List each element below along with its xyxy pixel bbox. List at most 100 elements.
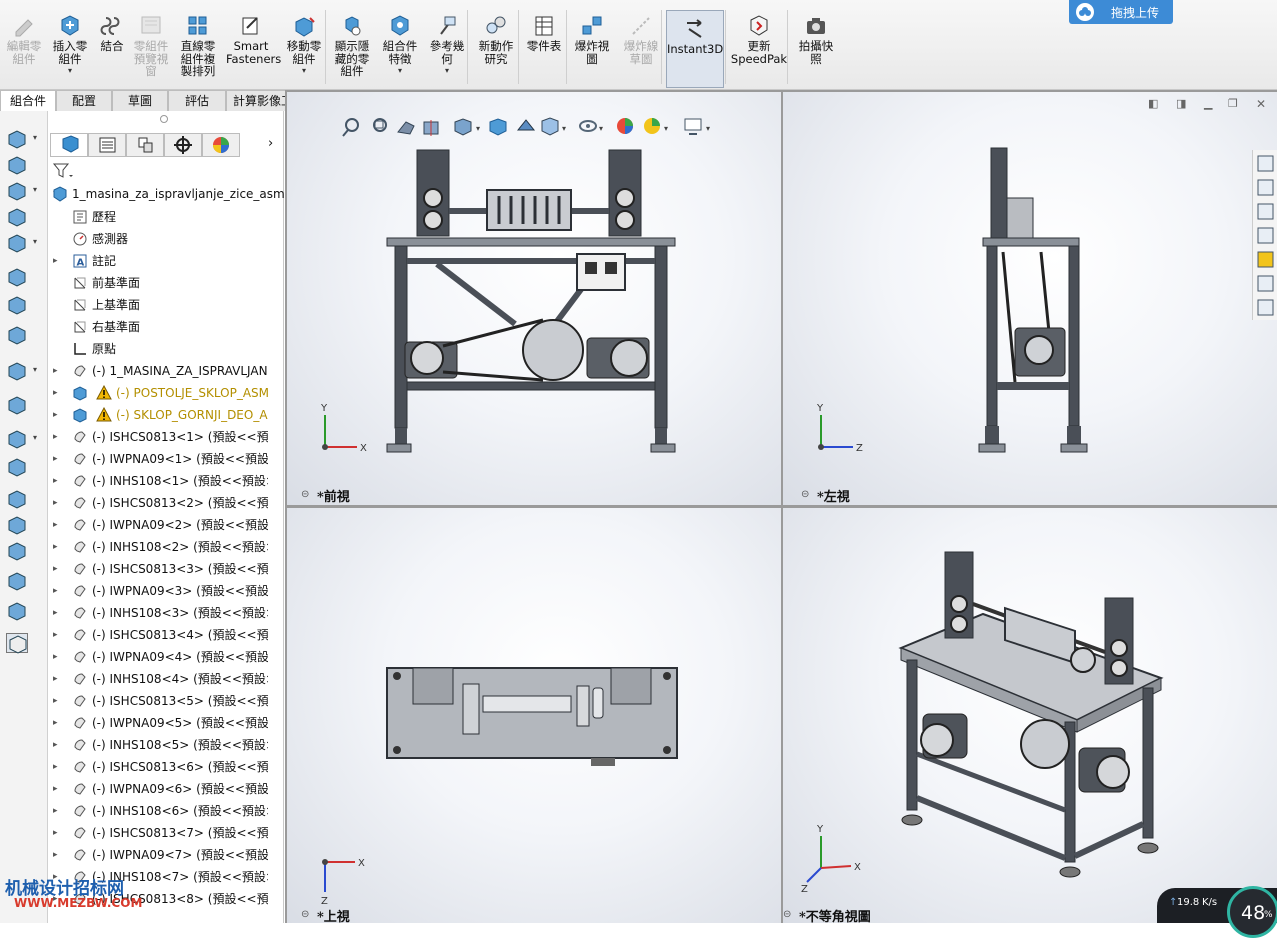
resources-icon[interactable] bbox=[1256, 178, 1275, 197]
rebuild-icon[interactable] bbox=[6, 267, 28, 287]
ribbon-button-15[interactable]: 更新 SpeedPak bbox=[728, 8, 790, 86]
expand-arrow-icon[interactable]: ▸ bbox=[53, 778, 58, 800]
display-icon[interactable] bbox=[6, 233, 28, 253]
tree-row[interactable]: 前基準面 bbox=[48, 272, 268, 294]
tree-row[interactable]: ▸ (-) INHS108<6> (預設<<預設> bbox=[48, 800, 268, 822]
expand-arrow-icon[interactable]: ▸ bbox=[53, 712, 58, 734]
tree-row[interactable]: 右基準面 bbox=[48, 316, 268, 338]
tab-1[interactable]: 配置 bbox=[56, 90, 112, 111]
expand-arrow-icon[interactable]: ▸ bbox=[53, 580, 58, 602]
tab-dimxpert[interactable] bbox=[164, 133, 202, 157]
tree-row[interactable]: ▸ (-) IWPNA09<5> (預設<<預設> bbox=[48, 712, 268, 734]
restore-icon[interactable]: ❐ bbox=[1228, 97, 1238, 110]
ribbon-button-8[interactable]: 組合件 特徵 ▾ bbox=[378, 8, 422, 86]
design-library-icon[interactable] bbox=[1256, 202, 1275, 221]
tab-configuration-manager[interactable] bbox=[126, 133, 164, 157]
ribbon-button-0[interactable]: 編輯零 組件 bbox=[2, 8, 46, 86]
assembly-icon[interactable] bbox=[6, 541, 28, 561]
expand-arrow-icon[interactable]: ▸ bbox=[53, 382, 58, 404]
ribbon-button-3[interactable]: 零組件 預覽視 窗 bbox=[128, 8, 174, 86]
filter-icon[interactable] bbox=[52, 161, 74, 181]
expand-arrow-icon[interactable]: ▸ bbox=[53, 668, 58, 690]
expand-arrow-icon[interactable]: ▸ bbox=[53, 536, 58, 558]
bom-icon[interactable] bbox=[6, 395, 28, 415]
dropdown-arrow-icon[interactable]: ▾ bbox=[33, 433, 37, 442]
tree-row[interactable]: ▸ (-) ISHCS0813<2> (預設<<預設> bbox=[48, 492, 268, 514]
close-icon[interactable]: ✕ bbox=[1256, 97, 1266, 111]
panel-grip-dot[interactable] bbox=[160, 115, 168, 123]
expand-arrow-icon[interactable]: ▸ bbox=[53, 844, 58, 866]
cloud-upload-button[interactable]: 拖拽上传 bbox=[1069, 0, 1173, 24]
tree-row[interactable]: ▸ (-) ISHCS0813<4> (預設<<預設> bbox=[48, 624, 268, 646]
tree-row[interactable]: 感測器 bbox=[48, 228, 268, 250]
graphics-area[interactable]: Y X ⊝ *前視 Y Z ⊝ *左視 X Z ⊝ *上視 Y X Z ⊝ *不等角視圖 bbox=[285, 90, 1277, 925]
dropdown-arrow-icon[interactable]: ▾ bbox=[378, 65, 422, 78]
tab-2[interactable]: 草圖 bbox=[112, 90, 168, 111]
tree-row[interactable]: 上基準面 bbox=[48, 294, 268, 316]
viewport-front[interactable]: Y X ⊝ *前視 bbox=[287, 92, 781, 505]
view3d-icon[interactable] bbox=[6, 571, 28, 591]
tree-row[interactable]: ▸ (-) IWPNA09<4> (預設<<預設> bbox=[48, 646, 268, 668]
settings-icon[interactable] bbox=[6, 361, 28, 381]
ribbon-button-16[interactable]: 拍攝快 照 bbox=[792, 8, 840, 86]
tree-row[interactable]: ▸ (-) IWPNA09<6> (預設<<預設> bbox=[48, 778, 268, 800]
expand-arrow-icon[interactable]: ▸ bbox=[53, 690, 58, 712]
ribbon-button-4[interactable]: 直線零 組件複 製排列 bbox=[174, 8, 222, 86]
expand-arrow-icon[interactable]: ▸ bbox=[53, 360, 58, 382]
expand-arrow-icon[interactable]: ▸ bbox=[53, 822, 58, 844]
motion-icon[interactable] bbox=[6, 601, 28, 621]
file-explorer-icon[interactable] bbox=[1256, 226, 1275, 245]
tree-row[interactable]: ▸ (-) SKLOP_GORNJI_DEO_AS bbox=[48, 404, 268, 426]
appearances-icon[interactable] bbox=[1256, 250, 1275, 269]
top-view-model[interactable] bbox=[386, 667, 678, 766]
minimize-icon[interactable]: ▁ bbox=[1204, 97, 1212, 110]
edit-icon[interactable] bbox=[6, 207, 28, 227]
tree-row[interactable]: ▸ (-) INHS108<4> (預設<<預設> bbox=[48, 668, 268, 690]
linear-icon[interactable] bbox=[6, 515, 28, 535]
dropdown-arrow-icon[interactable]: ▾ bbox=[424, 65, 470, 78]
expand-arrow-icon[interactable]: ▸ bbox=[53, 800, 58, 822]
expand-arrow-icon[interactable]: ▸ bbox=[53, 734, 58, 756]
tree-row[interactable]: ▸ (-) INHS108<1> (預設<<預設> bbox=[48, 470, 268, 492]
tab-3[interactable]: 評估 bbox=[168, 90, 226, 111]
tree-row[interactable]: ▸ (-) ISHCS0813<5> (預設<<預設> bbox=[48, 690, 268, 712]
ribbon-button-13[interactable]: 爆炸線 草圖 bbox=[616, 8, 666, 86]
ribbon-button-11[interactable]: 零件表 bbox=[522, 8, 566, 86]
mate-icon[interactable] bbox=[6, 155, 28, 175]
viewport-left[interactable]: Y Z ⊝ *左視 bbox=[783, 92, 1277, 505]
expand-arrow-icon[interactable]: ▸ bbox=[53, 624, 58, 646]
left-view-model[interactable] bbox=[978, 147, 1088, 453]
dropdown-arrow-icon[interactable]: ▾ bbox=[33, 185, 37, 194]
expand-arrow-icon[interactable]: ▸ bbox=[53, 756, 58, 778]
tree-row[interactable]: ▸ (-) IWPNA09<7> (預設<<預設> bbox=[48, 844, 268, 866]
tree-row[interactable]: ▸ (-) ISHCS0813<1> (預設<<預設> bbox=[48, 426, 268, 448]
smart-icon[interactable] bbox=[6, 489, 28, 509]
tree-row[interactable]: ▸ (-) POSTOLJE_SKLOP_ASM bbox=[48, 382, 268, 404]
pattern-icon[interactable] bbox=[6, 181, 28, 201]
link-icon[interactable]: ⊝ bbox=[301, 909, 309, 920]
ribbon-button-14[interactable]: Instant3D bbox=[666, 10, 724, 88]
view-icon[interactable] bbox=[6, 457, 28, 477]
forum-icon[interactable] bbox=[1256, 298, 1275, 317]
tree-row[interactable]: 原點 bbox=[48, 338, 268, 360]
isometric-view-model[interactable] bbox=[898, 551, 1164, 878]
expand-arrow-icon[interactable]: ▸ bbox=[53, 602, 58, 624]
tab-feature-tree[interactable] bbox=[50, 133, 88, 157]
tree-row[interactable]: ▸ (-) ISHCS0813<6> (預設<<預設> bbox=[48, 756, 268, 778]
dropdown-arrow-icon[interactable]: ▾ bbox=[33, 133, 37, 142]
home-icon[interactable] bbox=[1256, 154, 1275, 173]
dropdown-arrow-icon[interactable]: ▾ bbox=[33, 237, 37, 246]
ribbon-button-6[interactable]: 移動零 組件 ▾ bbox=[280, 8, 328, 86]
ribbon-button-1[interactable]: 插入零 組件 ▾ bbox=[48, 8, 92, 86]
link-icon[interactable]: ⊝ bbox=[301, 489, 309, 500]
tree-row[interactable]: ▸ (-) 1_MASINA_ZA_ISPRAVLJAN... bbox=[48, 360, 268, 382]
tree-row[interactable]: ▸ (-) INHS108<2> (預設<<預設> bbox=[48, 536, 268, 558]
tab-property-manager[interactable] bbox=[88, 133, 126, 157]
link-icon[interactable]: ⊝ bbox=[783, 909, 791, 920]
ribbon-button-9[interactable]: 參考幾 何 ▾ bbox=[424, 8, 470, 86]
expand-arrow-icon[interactable]: ▸ bbox=[53, 470, 58, 492]
tree-row[interactable]: ▸ (-) IWPNA09<1> (預設<<預設> bbox=[48, 448, 268, 470]
viewport-top[interactable]: X Z ⊝ *上視 bbox=[287, 508, 781, 925]
expand-arrow-icon[interactable]: ▸ bbox=[53, 492, 58, 514]
part-icon[interactable] bbox=[6, 129, 28, 149]
